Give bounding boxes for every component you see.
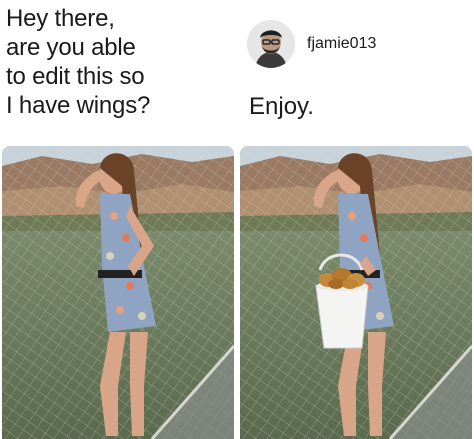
edited-photo	[240, 146, 472, 439]
request-line-2: are you able	[6, 34, 136, 61]
reply-header: fjamie013	[247, 20, 467, 70]
woman-with-bucket-illustration	[240, 146, 472, 439]
avatar	[247, 20, 295, 68]
avatar-portrait-icon	[247, 20, 295, 68]
username: fjamie013	[307, 35, 377, 52]
reply-message: Enjoy.	[249, 93, 314, 120]
original-photo	[2, 146, 234, 439]
request-line-4: I have wings?	[6, 92, 151, 119]
request-caption: Hey there, are you able to edit this so …	[6, 4, 234, 120]
request-line-1: Hey there,	[6, 5, 115, 32]
request-line-3: to edit this so	[6, 63, 145, 90]
woman-on-bridge-illustration	[2, 146, 234, 439]
